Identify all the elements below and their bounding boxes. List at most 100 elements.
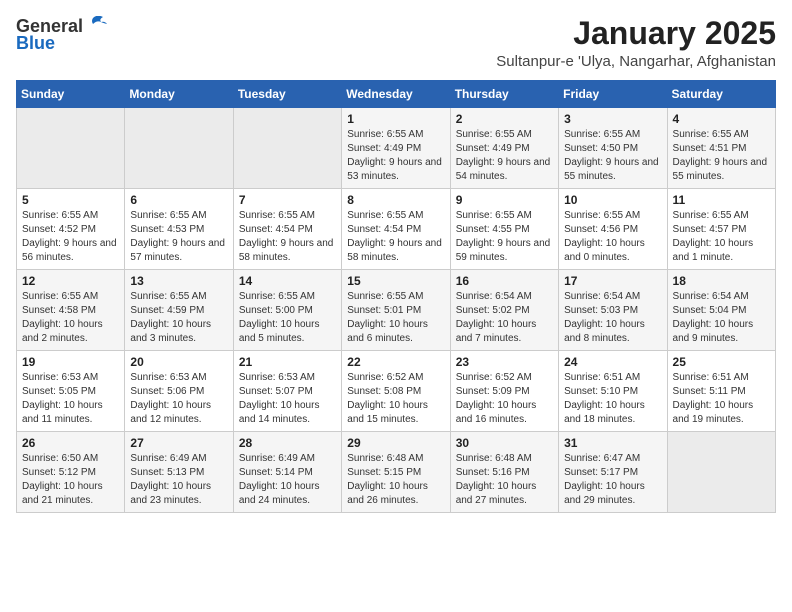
day-number: 1 <box>347 112 444 126</box>
day-info: Sunrise: 6:55 AMSunset: 4:51 PMDaylight:… <box>673 128 770 184</box>
calendar-cell: 3 Sunrise: 6:55 AMSunset: 4:50 PMDaylight… <box>559 108 667 189</box>
week-row-5: 26 Sunrise: 6:50 AMSunset: 5:12 PMDayligh… <box>17 432 776 513</box>
day-info: Sunrise: 6:55 AMSunset: 4:55 PMDaylight:… <box>456 209 553 265</box>
calendar-cell: 6 Sunrise: 6:55 AMSunset: 4:53 PMDaylight… <box>125 189 233 270</box>
day-number: 4 <box>673 112 770 126</box>
title-block: January 2025 Sultanpur-e 'Ulya, Nangarha… <box>496 16 776 70</box>
header-tuesday: Tuesday <box>233 81 341 108</box>
day-info: Sunrise: 6:55 AMSunset: 4:56 PMDaylight:… <box>564 209 661 265</box>
logo-blue-text: Blue <box>16 33 55 54</box>
calendar-cell: 31 Sunrise: 6:47 AMSunset: 5:17 PMDayligh… <box>559 432 667 513</box>
day-number: 30 <box>456 436 553 450</box>
day-number: 23 <box>456 355 553 369</box>
day-info: Sunrise: 6:55 AMSunset: 4:52 PMDaylight:… <box>22 209 119 265</box>
calendar-title: January 2025 <box>496 16 776 51</box>
day-number: 2 <box>456 112 553 126</box>
calendar-cell: 22 Sunrise: 6:52 AMSunset: 5:08 PMDayligh… <box>342 351 450 432</box>
calendar-subtitle: Sultanpur-e 'Ulya, Nangarhar, Afghanista… <box>496 53 776 70</box>
day-info: Sunrise: 6:49 AMSunset: 5:13 PMDaylight:… <box>130 452 227 508</box>
day-info: Sunrise: 6:53 AMSunset: 5:07 PMDaylight:… <box>239 371 336 427</box>
day-info: Sunrise: 6:55 AMSunset: 4:50 PMDaylight:… <box>564 128 661 184</box>
day-info: Sunrise: 6:54 AMSunset: 5:04 PMDaylight:… <box>673 290 770 346</box>
calendar-cell: 21 Sunrise: 6:53 AMSunset: 5:07 PMDayligh… <box>233 351 341 432</box>
day-info: Sunrise: 6:54 AMSunset: 5:03 PMDaylight:… <box>564 290 661 346</box>
day-number: 13 <box>130 274 227 288</box>
calendar-cell: 12Sunrise: 6:55 AMSunset: 4:58 PMDayligh… <box>17 270 125 351</box>
calendar-cell: 17 Sunrise: 6:54 AMSunset: 5:03 PMDayligh… <box>559 270 667 351</box>
day-number: 3 <box>564 112 661 126</box>
week-row-3: 12Sunrise: 6:55 AMSunset: 4:58 PMDayligh… <box>17 270 776 351</box>
calendar-cell: 2 Sunrise: 6:55 AMSunset: 4:49 PMDaylight… <box>450 108 558 189</box>
day-number: 29 <box>347 436 444 450</box>
day-number: 9 <box>456 193 553 207</box>
day-number: 6 <box>130 193 227 207</box>
day-number: 17 <box>564 274 661 288</box>
calendar-cell: 20Sunrise: 6:53 AMSunset: 5:06 PMDayligh… <box>125 351 233 432</box>
day-info: Sunrise: 6:51 AMSunset: 5:10 PMDaylight:… <box>564 371 661 427</box>
day-number: 26 <box>22 436 119 450</box>
calendar-cell: 24 Sunrise: 6:51 AMSunset: 5:10 PMDayligh… <box>559 351 667 432</box>
calendar-cell <box>17 108 125 189</box>
calendar-cell: 18 Sunrise: 6:54 AMSunset: 5:04 PMDayligh… <box>667 270 775 351</box>
day-info: Sunrise: 6:55 AMSunset: 4:54 PMDaylight:… <box>239 209 336 265</box>
calendar-cell: 15Sunrise: 6:55 AMSunset: 5:01 PMDayligh… <box>342 270 450 351</box>
day-number: 12 <box>22 274 119 288</box>
calendar-cell: 19Sunrise: 6:53 AMSunset: 5:05 PMDayligh… <box>17 351 125 432</box>
day-number: 18 <box>673 274 770 288</box>
day-info: Sunrise: 6:55 AMSunset: 4:49 PMDaylight:… <box>347 128 444 184</box>
day-number: 24 <box>564 355 661 369</box>
calendar-cell: 1 Sunrise: 6:55 AMSunset: 4:49 PMDaylight… <box>342 108 450 189</box>
day-info: Sunrise: 6:50 AMSunset: 5:12 PMDaylight:… <box>22 452 119 508</box>
calendar-cell: 16 Sunrise: 6:54 AMSunset: 5:02 PMDayligh… <box>450 270 558 351</box>
day-number: 10 <box>564 193 661 207</box>
calendar-cell: 14Sunrise: 6:55 AMSunset: 5:00 PMDayligh… <box>233 270 341 351</box>
day-number: 5 <box>22 193 119 207</box>
day-number: 16 <box>456 274 553 288</box>
header-thursday: Thursday <box>450 81 558 108</box>
day-number: 28 <box>239 436 336 450</box>
header-sunday: Sunday <box>17 81 125 108</box>
day-number: 8 <box>347 193 444 207</box>
logo-bird-icon <box>85 16 107 34</box>
day-info: Sunrise: 6:52 AMSunset: 5:08 PMDaylight:… <box>347 371 444 427</box>
day-info: Sunrise: 6:51 AMSunset: 5:11 PMDaylight:… <box>673 371 770 427</box>
calendar-cell <box>233 108 341 189</box>
day-info: Sunrise: 6:47 AMSunset: 5:17 PMDaylight:… <box>564 452 661 508</box>
calendar-cell: 5 Sunrise: 6:55 AMSunset: 4:52 PMDaylight… <box>17 189 125 270</box>
header-monday: Monday <box>125 81 233 108</box>
day-number: 31 <box>564 436 661 450</box>
page-header: General Blue January 2025 Sultanpur-e 'U… <box>16 16 776 70</box>
day-info: Sunrise: 6:49 AMSunset: 5:14 PMDaylight:… <box>239 452 336 508</box>
day-info: Sunrise: 6:52 AMSunset: 5:09 PMDaylight:… <box>456 371 553 427</box>
day-number: 7 <box>239 193 336 207</box>
week-row-1: 1 Sunrise: 6:55 AMSunset: 4:49 PMDaylight… <box>17 108 776 189</box>
calendar-cell: 4 Sunrise: 6:55 AMSunset: 4:51 PMDaylight… <box>667 108 775 189</box>
day-info: Sunrise: 6:55 AMSunset: 4:59 PMDaylight:… <box>130 290 227 346</box>
day-info: Sunrise: 6:48 AMSunset: 5:15 PMDaylight:… <box>347 452 444 508</box>
day-number: 19 <box>22 355 119 369</box>
day-info: Sunrise: 6:53 AMSunset: 5:06 PMDaylight:… <box>130 371 227 427</box>
day-info: Sunrise: 6:55 AMSunset: 4:57 PMDaylight:… <box>673 209 770 265</box>
calendar-cell: 7 Sunrise: 6:55 AMSunset: 4:54 PMDaylight… <box>233 189 341 270</box>
day-number: 21 <box>239 355 336 369</box>
day-info: Sunrise: 6:54 AMSunset: 5:02 PMDaylight:… <box>456 290 553 346</box>
day-info: Sunrise: 6:48 AMSunset: 5:16 PMDaylight:… <box>456 452 553 508</box>
calendar-cell: 9 Sunrise: 6:55 AMSunset: 4:55 PMDaylight… <box>450 189 558 270</box>
logo: General Blue <box>16 16 107 54</box>
week-row-4: 19Sunrise: 6:53 AMSunset: 5:05 PMDayligh… <box>17 351 776 432</box>
calendar-cell: 11Sunrise: 6:55 AMSunset: 4:57 PMDayligh… <box>667 189 775 270</box>
header-wednesday: Wednesday <box>342 81 450 108</box>
calendar-cell: 13 Sunrise: 6:55 AMSunset: 4:59 PMDayligh… <box>125 270 233 351</box>
header-friday: Friday <box>559 81 667 108</box>
calendar-cell <box>667 432 775 513</box>
calendar-cell: 26 Sunrise: 6:50 AMSunset: 5:12 PMDayligh… <box>17 432 125 513</box>
day-info: Sunrise: 6:55 AMSunset: 4:54 PMDaylight:… <box>347 209 444 265</box>
day-info: Sunrise: 6:55 AMSunset: 5:00 PMDaylight:… <box>239 290 336 346</box>
day-info: Sunrise: 6:55 AMSunset: 4:49 PMDaylight:… <box>456 128 553 184</box>
day-number: 25 <box>673 355 770 369</box>
day-info: Sunrise: 6:55 AMSunset: 5:01 PMDaylight:… <box>347 290 444 346</box>
calendar-cell: 25 Sunrise: 6:51 AMSunset: 5:11 PMDayligh… <box>667 351 775 432</box>
day-number: 22 <box>347 355 444 369</box>
header-saturday: Saturday <box>667 81 775 108</box>
day-info: Sunrise: 6:55 AMSunset: 4:53 PMDaylight:… <box>130 209 227 265</box>
